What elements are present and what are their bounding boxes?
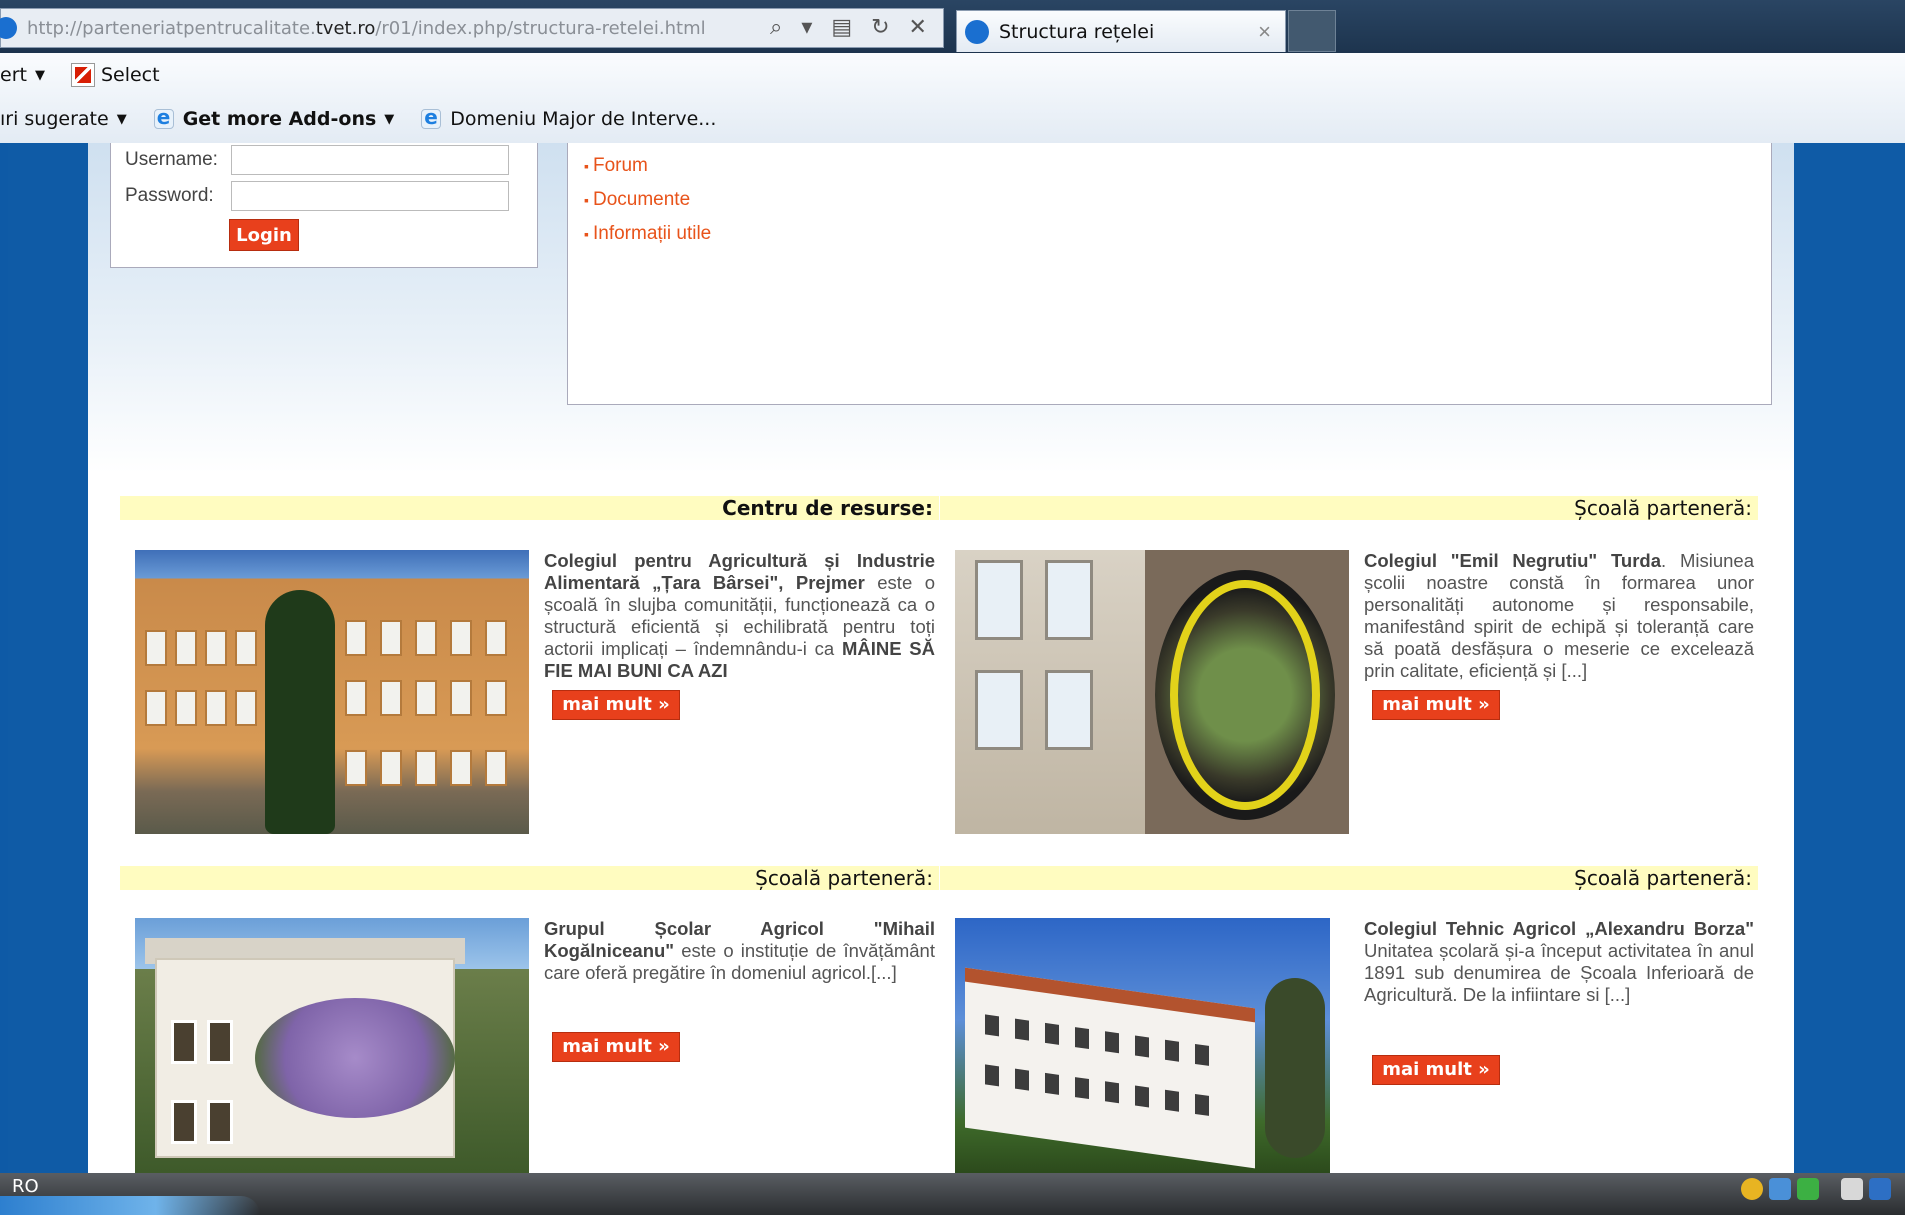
section-band: Centru de resurse: [120,496,939,520]
smiley-icon[interactable] [1741,1178,1763,1200]
language-indicator[interactable]: RO [12,1176,39,1197]
select-button[interactable]: Select [70,63,160,87]
favorite-domeniu-link[interactable]: Domeniu Major de Interve... [420,105,717,130]
favorite-domeniu-label: Domeniu Major de Interve... [450,108,717,130]
school-description: Grupul Școlar Agricol "Mihail Kogălnicea… [544,918,935,984]
login-form: Username: Password: Login [110,143,538,268]
username-label: Username: [125,149,218,170]
read-more-button[interactable]: mai mult » [552,690,680,720]
password-label: Password: [125,185,214,206]
username-input[interactable] [231,145,509,175]
password-input[interactable] [231,181,509,211]
tray-spacer [1825,1178,1835,1200]
tab-title: Structura rețelei [999,20,1155,43]
menu-item-forum[interactable]: Forum [584,149,711,183]
get-addons-button[interactable]: Get more Add-ons ▼ [153,105,407,130]
get-addons-label: Get more Add-ons [182,108,377,130]
toolbar-row-2: ıri sugerate ▼ Get more Add-ons ▼ Domeniu … [0,99,730,139]
school-name[interactable]: Colegiul "Emil Negrutiu" Turda [1364,550,1661,571]
tab-favicon-icon [965,19,989,44]
menu-item-informatii-utile[interactable]: Informații utile [584,217,711,251]
network-icon[interactable] [1769,1178,1791,1200]
toolbar-row-1: ert ▼ Select [0,55,174,95]
address-bar[interactable]: http://parteneriatpentrucalitate.tvet.ro… [0,8,944,48]
convert-label: ert [0,64,27,86]
site-favicon-icon [0,17,17,39]
address-controls[interactable]: ⌕ ▾ ▤ ↻ ✕ [770,15,933,40]
display-icon[interactable] [1869,1178,1891,1200]
ie-icon [153,105,175,130]
section-band: Școală parteneră: [940,866,1758,890]
pdf-icon [70,63,95,87]
chevron-down-icon: ▼ [384,111,395,127]
school-photo-kogalniceanu[interactable] [135,918,529,1173]
power-icon[interactable] [1841,1178,1863,1200]
suggested-sites-label: ıri sugerate [0,108,109,130]
security-check-icon[interactable] [1797,1178,1819,1200]
tab-structura-retelei[interactable]: Structura rețelei × [956,10,1286,52]
convert-menu[interactable]: ert ▼ [0,64,57,86]
ie-icon [420,105,442,130]
school-name[interactable]: Colegiul Tehnic Agricol „Alexandru Borza… [1364,918,1754,939]
new-tab-button[interactable] [1288,10,1336,52]
chevron-down-icon: ▼ [34,67,45,83]
system-tray [1741,1178,1891,1200]
start-button-glow[interactable] [0,1196,260,1215]
browser-tab-bar: http://parteneriatpentrucalitate.tvet.ro… [0,0,1905,53]
login-button[interactable]: Login [229,219,299,251]
chevron-down-icon: ▼ [116,111,127,127]
school-description: Colegiul "Emil Negrutiu" Turda. Misiunea… [1364,550,1754,682]
section-band: Școală parteneră: [940,496,1758,520]
select-label: Select [100,64,160,86]
taskbar [0,1173,1905,1215]
address-url[interactable]: http://parteneriatpentrucalitate.tvet.ro… [27,18,706,39]
side-menu: Forum Documente Informații utile [567,143,1772,405]
school-photo-borza[interactable] [955,918,1330,1173]
read-more-button[interactable]: mai mult » [1372,1055,1500,1085]
tab-close-icon[interactable]: × [1258,19,1271,45]
suggested-sites-menu[interactable]: ıri sugerate ▼ [0,108,139,130]
school-description: Colegiul pentru Agricultură și Industrie… [544,550,935,682]
school-description: Colegiul Tehnic Agricol „Alexandru Borza… [1364,918,1754,1006]
read-more-button[interactable]: mai mult » [1372,690,1500,720]
section-band: Școală parteneră: [120,866,939,890]
school-photo-prejmer[interactable] [135,550,529,834]
menu-item-documente[interactable]: Documente [584,183,711,217]
read-more-button[interactable]: mai mult » [552,1032,680,1062]
browser-toolbar: ert ▼ Select ıri sugerate ▼ Get more Add-o… [0,53,1905,143]
school-text: Unitatea școlară și-a început activitate… [1364,940,1754,1005]
school-photo-turda[interactable] [955,550,1349,834]
